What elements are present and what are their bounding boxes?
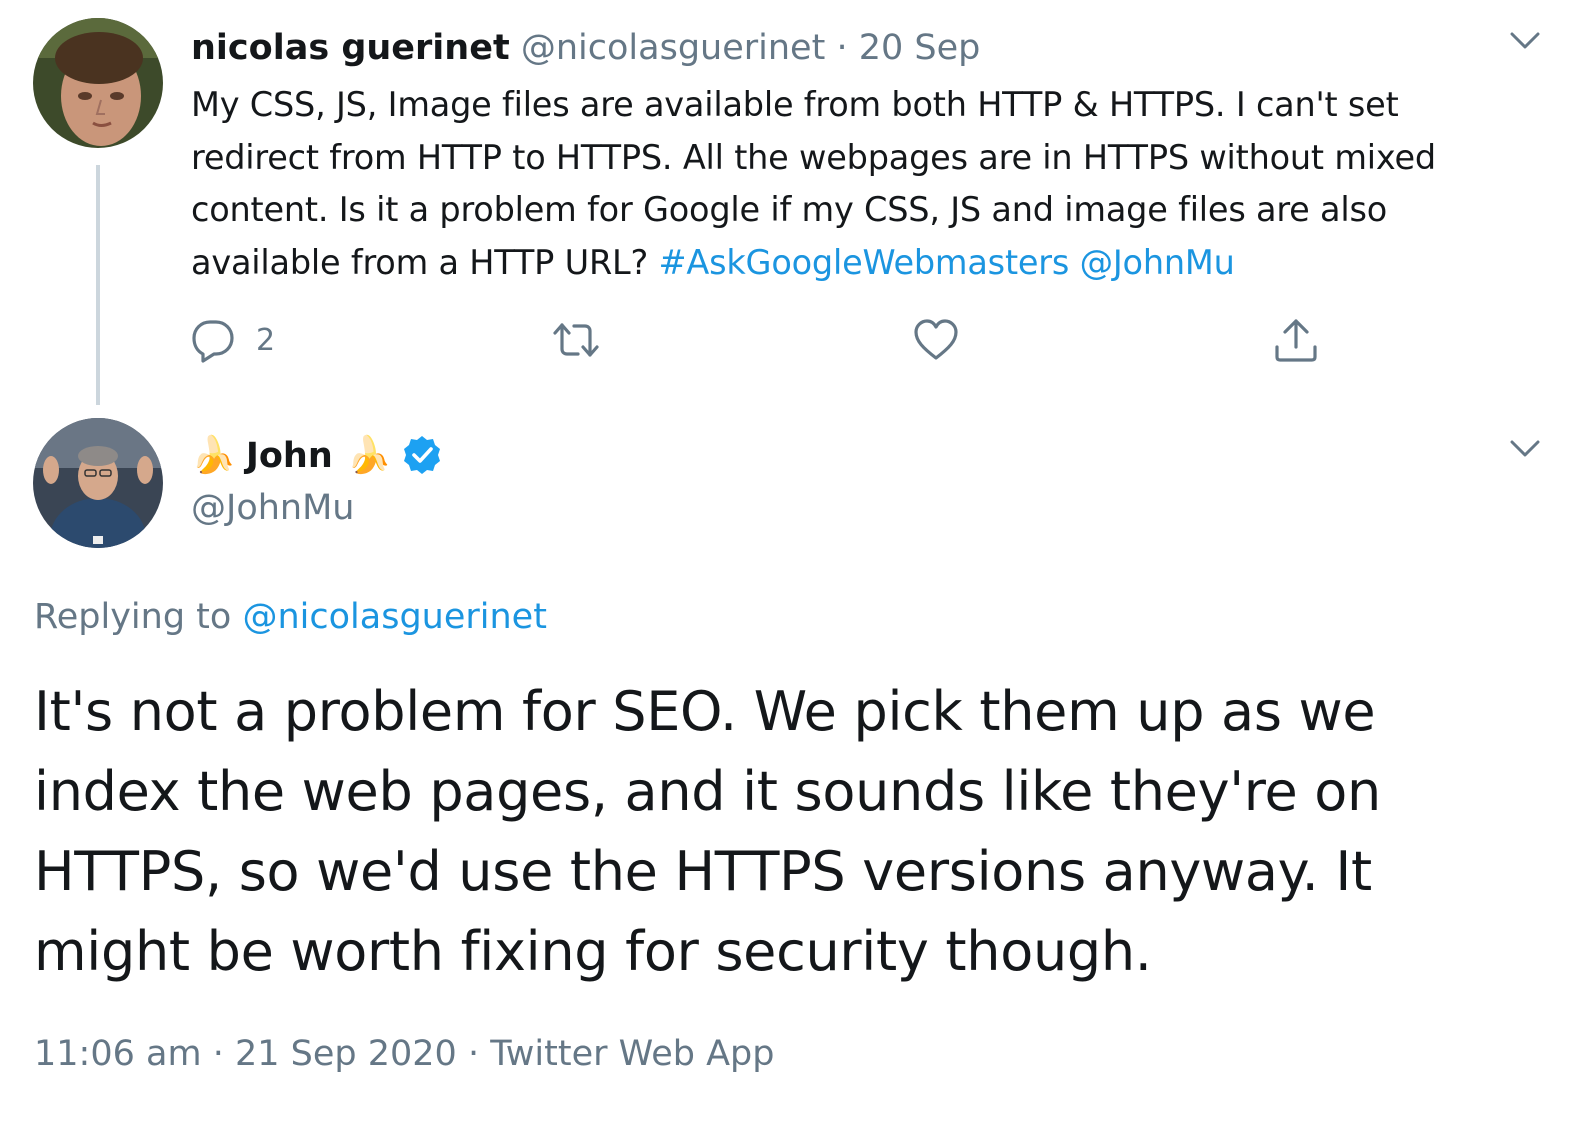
reply-count: 2 (256, 322, 276, 358)
parent-tweet-text: My CSS, JS, Image files are available fr… (191, 79, 1536, 289)
chevron-down-icon[interactable] (1507, 22, 1543, 58)
tweet-source[interactable]: Twitter Web App (490, 1034, 774, 1074)
reply-button[interactable]: 2 (190, 315, 275, 365)
parent-tweet[interactable]: nicolas guerinet @nicolasguerinet · 20 S… (0, 0, 1590, 410)
author-handle[interactable]: @nicolasguerinet (521, 28, 825, 68)
mention-link[interactable]: @JohnMu (1080, 243, 1235, 282)
tweet-date[interactable]: 21 Sep 2020 (235, 1034, 457, 1074)
chevron-down-icon[interactable] (1507, 430, 1543, 466)
banana-emoji-left: 🍌 (191, 435, 236, 476)
replying-prefix: Replying to (34, 597, 232, 637)
meta-separator: · (467, 1034, 480, 1074)
heart-icon (914, 319, 958, 360)
tweet-time[interactable]: 11:06 am (34, 1034, 202, 1074)
meta-separator: · (212, 1034, 224, 1074)
author-handle[interactable]: @JohnMu (191, 484, 354, 532)
avatar-nicolas[interactable] (33, 18, 163, 148)
replying-to-link[interactable]: @nicolasguerinet (242, 597, 546, 637)
share-icon (1275, 319, 1317, 362)
hashtag-link[interactable]: #AskGoogleWebmasters (659, 243, 1070, 282)
banana-emoji-right: 🍌 (346, 435, 392, 476)
tweet-date[interactable]: 20 Sep (859, 28, 981, 68)
like-button[interactable] (913, 315, 959, 365)
retweet-icon (553, 323, 599, 357)
main-tweet-header: 🍌 John 🍌 (191, 430, 444, 482)
share-button[interactable] (1273, 315, 1319, 365)
tweet-meta: 11:06 am · 21 Sep 2020 · Twitter Web App (34, 1030, 774, 1078)
avatar-john[interactable] (33, 418, 163, 548)
retweet-button[interactable] (553, 315, 599, 365)
main-tweet-text: It's not a problem for SEO. We pick them… (34, 680, 1381, 983)
author-name[interactable]: John (246, 436, 333, 476)
reply-icon (192, 320, 234, 363)
author-name[interactable]: nicolas guerinet (191, 28, 510, 68)
parent-tweet-header: nicolas guerinet @nicolasguerinet · 20 S… (191, 24, 980, 72)
verified-badge-icon (403, 436, 440, 474)
replying-to: Replying to @nicolasguerinet (34, 593, 547, 641)
header-separator: · (836, 28, 848, 68)
thread-line (96, 165, 100, 405)
